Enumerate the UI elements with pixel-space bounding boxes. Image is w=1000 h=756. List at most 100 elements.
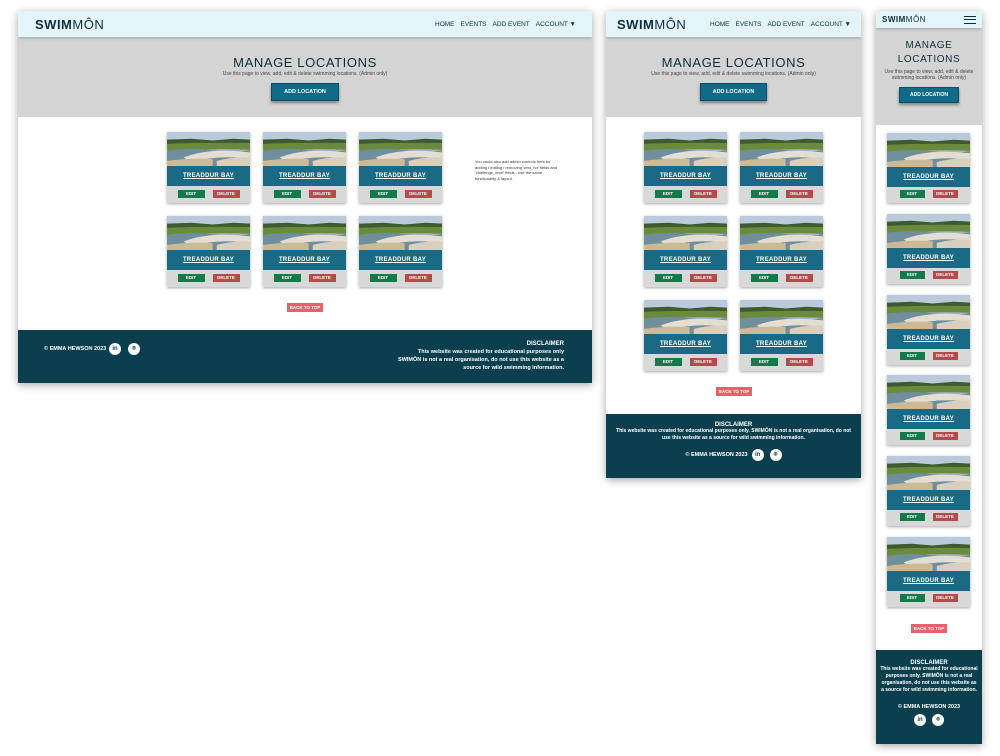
brand-logo[interactable]: SWIMMÔN bbox=[617, 17, 686, 32]
linkedin-icon[interactable]: in bbox=[751, 449, 764, 461]
delete-button[interactable]: DELETE bbox=[308, 190, 336, 198]
github-icon[interactable]: ⌾ bbox=[769, 449, 782, 461]
github-icon[interactable]: ⌾ bbox=[128, 343, 140, 355]
nav-add-event[interactable]: ADD EVENT bbox=[768, 21, 805, 28]
edit-button[interactable]: EDIT bbox=[369, 190, 397, 198]
edit-button[interactable]: EDIT bbox=[899, 190, 925, 198]
delete-button[interactable]: DELETE bbox=[932, 432, 958, 440]
location-image bbox=[167, 132, 250, 166]
back-to-top-button[interactable]: BACK TO TOP bbox=[716, 387, 752, 396]
edit-button[interactable]: EDIT bbox=[899, 432, 925, 440]
footer: DISCLAIMER This website was created for … bbox=[876, 650, 982, 744]
linkedin-icon[interactable]: in bbox=[914, 714, 926, 726]
disclaimer-title: DISCLAIMER bbox=[526, 341, 564, 347]
delete-button[interactable]: DELETE bbox=[785, 274, 813, 282]
location-title[interactable]: TREADDUR BAY bbox=[644, 166, 727, 186]
location-title[interactable]: TREADDUR BAY bbox=[887, 571, 970, 591]
hero-section: MANAGE LOCATIONS Use this page to view, … bbox=[18, 37, 592, 117]
delete-button[interactable]: DELETE bbox=[308, 274, 336, 282]
location-title[interactable]: TREADDUR BAY bbox=[740, 166, 823, 186]
location-title[interactable]: TREADDUR BAY bbox=[167, 166, 250, 186]
footer-disclaimer: DISCLAIMER This website was created for … bbox=[398, 340, 564, 372]
delete-button[interactable]: DELETE bbox=[212, 190, 240, 198]
nav-events[interactable]: EVENTS bbox=[461, 21, 487, 28]
delete-button[interactable]: DELETE bbox=[932, 352, 958, 360]
location-image bbox=[887, 214, 970, 248]
location-title[interactable]: TREADDUR BAY bbox=[887, 490, 970, 510]
edit-button[interactable]: EDIT bbox=[654, 358, 682, 366]
brand-logo[interactable]: SWIMMÔN bbox=[882, 15, 926, 24]
disclaimer-line: This website was created for educational… bbox=[417, 349, 564, 355]
add-location-button[interactable]: ADD LOCATION bbox=[899, 87, 959, 103]
disclaimer-line: SWIMÔN is not a real organisation, do no… bbox=[398, 357, 564, 363]
edit-button[interactable]: EDIT bbox=[750, 190, 778, 198]
github-icon[interactable]: ⌾ bbox=[932, 714, 944, 726]
location-title[interactable]: TREADDUR BAY bbox=[644, 250, 727, 270]
location-title[interactable]: TREADDUR BAY bbox=[359, 166, 442, 186]
delete-button[interactable]: DELETE bbox=[404, 274, 432, 282]
location-card: TREADDUR BAY EDIT DELETE bbox=[887, 295, 970, 365]
location-title[interactable]: TREADDUR BAY bbox=[887, 248, 970, 268]
delete-button[interactable]: DELETE bbox=[689, 190, 717, 198]
edit-button[interactable]: EDIT bbox=[654, 190, 682, 198]
delete-button[interactable]: DELETE bbox=[932, 513, 958, 521]
location-image bbox=[887, 375, 970, 409]
edit-button[interactable]: EDIT bbox=[177, 274, 205, 282]
add-location-button[interactable]: ADD LOCATION bbox=[271, 83, 339, 101]
location-title[interactable]: TREADDUR BAY bbox=[740, 334, 823, 354]
edit-button[interactable]: EDIT bbox=[273, 274, 301, 282]
edit-button[interactable]: EDIT bbox=[177, 190, 205, 198]
edit-button[interactable]: EDIT bbox=[899, 594, 925, 602]
nav-events[interactable]: EVENTS bbox=[736, 21, 762, 28]
location-title[interactable]: TREADDUR BAY bbox=[263, 250, 346, 270]
add-location-button[interactable]: ADD LOCATION bbox=[699, 83, 768, 101]
page-subtitle: Use this page to view, add, edit & delet… bbox=[222, 71, 388, 77]
edit-button[interactable]: EDIT bbox=[750, 274, 778, 282]
navbar: SWIMMÔN HOME EVENTS ADD EVENT ACCOUNT ▼ bbox=[18, 11, 592, 37]
location-image bbox=[887, 456, 970, 490]
delete-button[interactable]: DELETE bbox=[932, 190, 958, 198]
nav-account-dropdown[interactable]: ACCOUNT ▼ bbox=[811, 21, 851, 28]
delete-button[interactable]: DELETE bbox=[932, 594, 958, 602]
nav-home[interactable]: HOME bbox=[710, 21, 730, 28]
location-title[interactable]: TREADDUR BAY bbox=[644, 334, 727, 354]
nav-account-dropdown[interactable]: ACCOUNT ▼ bbox=[536, 21, 576, 28]
edit-button[interactable]: EDIT bbox=[899, 513, 925, 521]
delete-button[interactable]: DELETE bbox=[404, 190, 432, 198]
delete-button[interactable]: DELETE bbox=[689, 274, 717, 282]
delete-button[interactable]: DELETE bbox=[785, 358, 813, 366]
delete-button[interactable]: DELETE bbox=[689, 358, 717, 366]
brand-logo[interactable]: SWIMMÔN bbox=[35, 17, 104, 32]
edit-button[interactable]: EDIT bbox=[750, 358, 778, 366]
back-to-top-button[interactable]: BACK TO TOP bbox=[287, 303, 323, 312]
nav-add-event[interactable]: ADD EVENT bbox=[493, 21, 530, 28]
delete-button[interactable]: DELETE bbox=[932, 271, 958, 279]
location-title[interactable]: TREADDUR BAY bbox=[263, 166, 346, 186]
location-title[interactable]: TREADDUR BAY bbox=[887, 409, 970, 429]
location-title[interactable]: TREADDUR BAY bbox=[887, 329, 970, 349]
location-title[interactable]: TREADDUR BAY bbox=[740, 250, 823, 270]
admin-note: You could also add admin controls here f… bbox=[475, 159, 558, 181]
location-image bbox=[740, 216, 823, 250]
location-title[interactable]: TREADDUR BAY bbox=[887, 167, 970, 187]
location-image bbox=[740, 132, 823, 166]
nav-home[interactable]: HOME bbox=[435, 21, 455, 28]
edit-button[interactable]: EDIT bbox=[899, 271, 925, 279]
edit-button[interactable]: EDIT bbox=[654, 274, 682, 282]
back-to-top-button[interactable]: BACK TO TOP bbox=[911, 624, 947, 633]
edit-button[interactable]: EDIT bbox=[273, 190, 301, 198]
location-image bbox=[263, 132, 346, 166]
location-card: TREADDUR BAY EDIT DELETE bbox=[359, 216, 442, 287]
edit-button[interactable]: EDIT bbox=[369, 274, 397, 282]
location-title[interactable]: TREADDUR BAY bbox=[359, 250, 442, 270]
mobile-preview: SWIMMÔN MANAGE LOCATIONS Use this page t… bbox=[876, 11, 982, 744]
location-card: TREADDUR BAY EDIT DELETE bbox=[644, 300, 727, 371]
edit-button[interactable]: EDIT bbox=[899, 352, 925, 360]
page-subtitle: Use this page to view, add, edit & delet… bbox=[651, 71, 816, 77]
linkedin-icon[interactable]: in bbox=[109, 343, 121, 355]
location-title[interactable]: TREADDUR BAY bbox=[167, 250, 250, 270]
delete-button[interactable]: DELETE bbox=[212, 274, 240, 282]
hamburger-menu-icon[interactable] bbox=[964, 15, 976, 24]
location-image bbox=[359, 132, 442, 166]
delete-button[interactable]: DELETE bbox=[785, 190, 813, 198]
